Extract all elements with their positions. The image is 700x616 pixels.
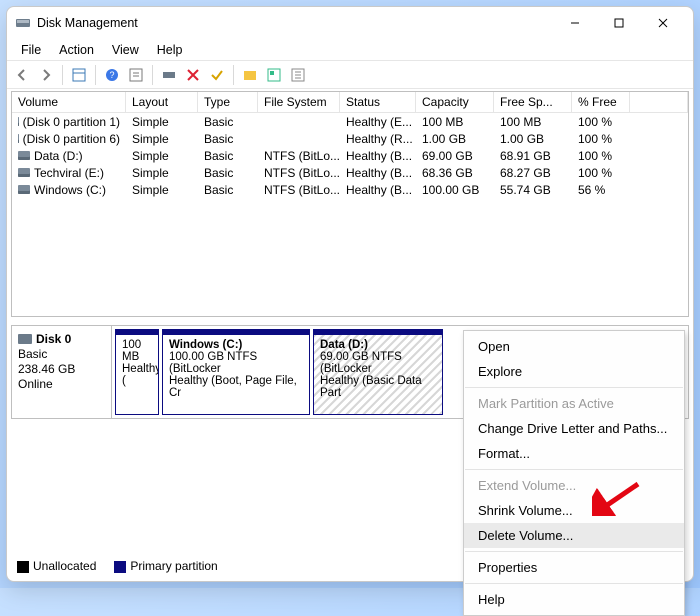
legend: Unallocated Primary partition bbox=[17, 559, 218, 573]
col-filesystem[interactable]: File System bbox=[258, 92, 340, 112]
context-menu-item[interactable]: Delete Volume... bbox=[464, 523, 684, 548]
col-status[interactable]: Status bbox=[340, 92, 416, 112]
menu-bar: File Action View Help bbox=[7, 39, 693, 61]
context-menu-separator bbox=[465, 583, 683, 584]
context-menu-item[interactable]: Help bbox=[464, 587, 684, 612]
context-menu-item[interactable]: Format... bbox=[464, 441, 684, 466]
window-title: Disk Management bbox=[37, 16, 138, 30]
volume-rows: (Disk 0 partition 1)SimpleBasicHealthy (… bbox=[12, 113, 688, 316]
col-layout[interactable]: Layout bbox=[126, 92, 198, 112]
app-icon bbox=[15, 15, 31, 31]
show-hide-tree-button[interactable] bbox=[68, 64, 90, 86]
toolbar: ? bbox=[7, 61, 693, 89]
context-menu-separator bbox=[465, 469, 683, 470]
properties-icon[interactable] bbox=[263, 64, 285, 86]
volume-list-header[interactable]: Volume Layout Type File System Status Ca… bbox=[12, 92, 688, 113]
volume-icon bbox=[18, 168, 30, 177]
disk-info-panel[interactable]: Disk 0 Basic 238.46 GB Online bbox=[12, 326, 112, 418]
forward-button[interactable] bbox=[35, 64, 57, 86]
volume-context-menu[interactable]: OpenExplore Mark Partition as ActiveChang… bbox=[463, 330, 685, 616]
settings-icon[interactable] bbox=[287, 64, 309, 86]
disk-type: Basic bbox=[18, 347, 105, 361]
volume-icon bbox=[18, 185, 30, 194]
context-menu-item: Extend Volume... bbox=[464, 473, 684, 498]
menu-view[interactable]: View bbox=[104, 42, 147, 58]
col-volume[interactable]: Volume bbox=[12, 92, 126, 112]
partition-block[interactable]: Data (D:)69.00 GB NTFS (BitLockerHealthy… bbox=[313, 329, 443, 415]
maximize-button[interactable] bbox=[597, 8, 641, 38]
menu-file[interactable]: File bbox=[13, 42, 49, 58]
back-button[interactable] bbox=[11, 64, 33, 86]
volume-list[interactable]: Volume Layout Type File System Status Ca… bbox=[11, 91, 689, 317]
context-menu-item[interactable]: Open bbox=[464, 334, 684, 359]
volume-icon bbox=[18, 117, 19, 126]
table-row[interactable]: Windows (C:)SimpleBasicNTFS (BitLo...Hea… bbox=[12, 181, 688, 198]
context-menu-separator bbox=[465, 387, 683, 388]
legend-primary-swatch bbox=[114, 561, 126, 573]
volume-icon bbox=[18, 151, 30, 160]
context-menu-item[interactable]: Explore bbox=[464, 359, 684, 384]
delete-icon[interactable] bbox=[182, 64, 204, 86]
disk-name: Disk 0 bbox=[36, 332, 71, 346]
partition-block[interactable]: Windows (C:)100.00 GB NTFS (BitLockerHea… bbox=[162, 329, 310, 415]
legend-unallocated: Unallocated bbox=[33, 559, 96, 573]
table-row[interactable]: Data (D:)SimpleBasicNTFS (BitLo...Health… bbox=[12, 147, 688, 164]
table-row[interactable]: (Disk 0 partition 1)SimpleBasicHealthy (… bbox=[12, 113, 688, 130]
checkmark-icon[interactable] bbox=[206, 64, 228, 86]
menu-help[interactable]: Help bbox=[149, 42, 191, 58]
disk-state: Online bbox=[18, 377, 105, 391]
refresh-list-button[interactable] bbox=[125, 64, 147, 86]
col-type[interactable]: Type bbox=[198, 92, 258, 112]
partition-block[interactable]: 100 MBHealthy ( bbox=[115, 329, 159, 415]
table-row[interactable]: Techviral (E:)SimpleBasicNTFS (BitLo...H… bbox=[12, 164, 688, 181]
context-menu-item[interactable]: Properties bbox=[464, 555, 684, 580]
disk-icon bbox=[18, 334, 32, 344]
col-pctfree[interactable]: % Free bbox=[572, 92, 630, 112]
legend-primary: Primary partition bbox=[130, 559, 217, 573]
rescan-button[interactable] bbox=[158, 64, 180, 86]
disk-size: 238.46 GB bbox=[18, 362, 105, 376]
minimize-button[interactable] bbox=[553, 8, 597, 38]
col-extra[interactable] bbox=[630, 92, 688, 112]
context-menu-separator bbox=[465, 551, 683, 552]
table-row[interactable]: (Disk 0 partition 6)SimpleBasicHealthy (… bbox=[12, 130, 688, 147]
legend-unallocated-swatch bbox=[17, 561, 29, 573]
col-free[interactable]: Free Sp... bbox=[494, 92, 572, 112]
context-menu-item: Mark Partition as Active bbox=[464, 391, 684, 416]
col-capacity[interactable]: Capacity bbox=[416, 92, 494, 112]
new-folder-icon[interactable] bbox=[239, 64, 261, 86]
volume-icon bbox=[18, 134, 19, 143]
close-button[interactable] bbox=[641, 8, 685, 38]
help-button[interactable]: ? bbox=[101, 64, 123, 86]
titlebar[interactable]: Disk Management bbox=[7, 7, 693, 39]
menu-action[interactable]: Action bbox=[51, 42, 102, 58]
context-menu-item[interactable]: Change Drive Letter and Paths... bbox=[464, 416, 684, 441]
context-menu-item[interactable]: Shrink Volume... bbox=[464, 498, 684, 523]
svg-text:?: ? bbox=[109, 70, 114, 80]
